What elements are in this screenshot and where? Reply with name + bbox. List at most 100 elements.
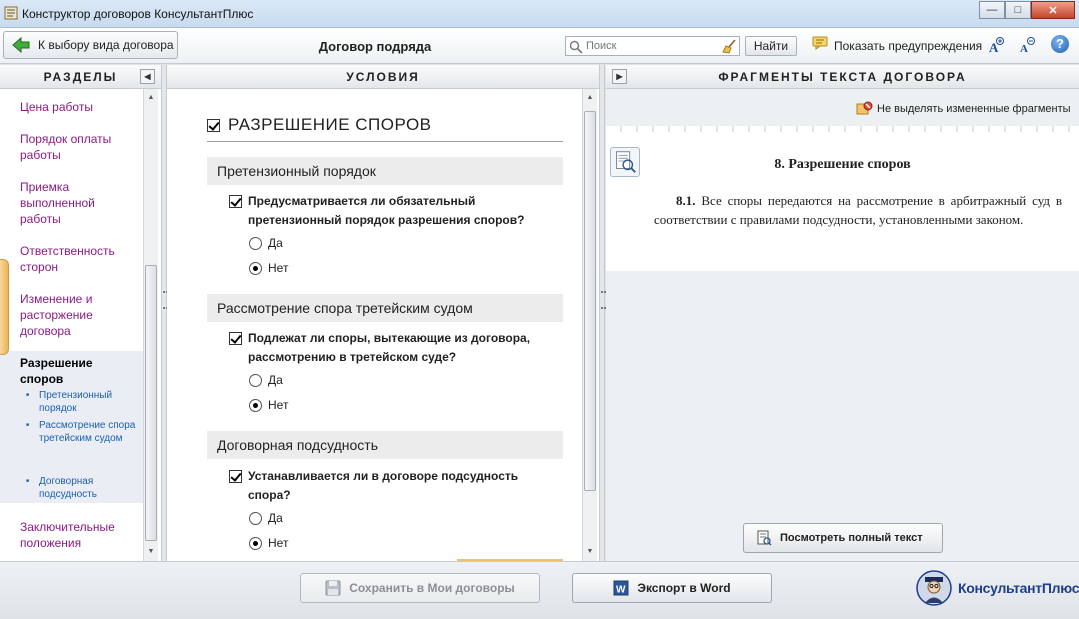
option-yes-arbitration[interactable]: Да <box>249 373 283 387</box>
radio-button[interactable] <box>249 236 262 250</box>
document-title: Договор подряда <box>318 39 432 54</box>
main-toolbar: К выбору вида договора Договор подряда Н… <box>0 28 1079 64</box>
font-increase-icon[interactable]: A <box>988 36 1004 54</box>
warnings-icon[interactable] <box>812 36 828 50</box>
window-title: Конструктор договоров КонсультантПлюс <box>22 7 254 21</box>
svg-text:A: A <box>1020 43 1028 54</box>
search-icon <box>569 40 583 54</box>
section-item-liability[interactable]: Ответственность сторон <box>20 243 138 275</box>
scroll-down-icon[interactable]: ▼ <box>585 547 595 557</box>
section-item-payment[interactable]: Порядок оплаты работы <box>20 131 138 163</box>
back-button-label: К выбору вида договора <box>38 38 174 52</box>
question-jurisdiction[interactable]: Устанавливается ли в договоре подсудност… <box>229 467 559 505</box>
radio-button-selected[interactable] <box>249 261 262 275</box>
clause-number: 8.1. <box>676 193 696 208</box>
option-no-jurisdiction[interactable]: Нет <box>249 536 288 550</box>
scroll-down-icon[interactable]: ▼ <box>146 547 156 557</box>
splitter-grip <box>601 291 604 309</box>
option-label: Нет <box>268 398 289 412</box>
clear-search-icon[interactable] <box>721 39 737 54</box>
paper-edge <box>606 126 1079 132</box>
font-decrease-icon[interactable]: A <box>1019 36 1035 54</box>
help-icon[interactable]: ? <box>1051 35 1069 53</box>
section-item-final-provisions[interactable]: Заключительные положения <box>20 519 138 551</box>
right-splitter[interactable] <box>599 65 605 561</box>
contract-section-heading: 8. Разрешение споров <box>774 157 911 172</box>
group-arbitration: Рассмотрение спора третейским судом <box>207 294 563 322</box>
conditions-scroll-thumb[interactable] <box>584 111 596 491</box>
conditions-panel-title: УСЛОВИЯ <box>346 70 420 84</box>
option-no-claims[interactable]: Нет <box>249 261 288 275</box>
view-full-text-button[interactable]: Посмотреть полный текст <box>743 523 943 553</box>
radio-button[interactable] <box>249 511 262 525</box>
question-text: Устанавливается ли в договоре подсудност… <box>248 469 519 502</box>
expand-fragments-button[interactable]: ▶ <box>612 69 627 84</box>
radio-button[interactable] <box>249 373 262 387</box>
section-item-acceptance[interactable]: Приемка выполненной работы <box>20 179 138 227</box>
section-checkbox[interactable] <box>207 118 220 132</box>
save-icon <box>325 580 341 596</box>
section-title-label: РАЗРЕШЕНИЕ СПОРОВ <box>228 115 432 134</box>
conditions-scrollbar[interactable]: ▲ ▼ <box>582 89 597 561</box>
maximize-button[interactable]: □ <box>1005 1 1031 19</box>
search-input[interactable] <box>586 39 716 53</box>
back-arrow-icon <box>12 37 30 53</box>
word-icon: W <box>613 580 629 596</box>
contract-clause: 8.1. Все споры передаются на рассмотрени… <box>654 191 1062 229</box>
conditions-panel: РАЗРЕШЕНИЕ СПОРОВ Претензионный порядок … <box>167 89 599 561</box>
question-checkbox[interactable] <box>229 195 242 208</box>
sections-panel-title: РАЗДЕЛЫ <box>43 70 118 84</box>
question-claims-procedure[interactable]: Предусматривается ли обязательный претен… <box>229 192 559 230</box>
brand-name: КонсультантПлюс <box>958 580 1079 596</box>
clause-text: Все споры передаются на рассмотрение в а… <box>654 193 1063 227</box>
option-yes-jurisdiction[interactable]: Да <box>249 511 283 525</box>
splitter-grip <box>163 291 166 309</box>
section-item-price[interactable]: Цена работы <box>20 99 138 115</box>
scroll-up-icon[interactable]: ▲ <box>585 93 595 103</box>
contract-text-sheet: 8. Разрешение споров 8.1. Все споры пере… <box>606 126 1079 271</box>
group-claims-procedure: Претензионный порядок <box>207 157 563 185</box>
fragments-panel-title: ФРАГМЕНТЫ ТЕКСТА ДОГОВОРА <box>718 70 967 84</box>
save-to-my-contracts-button[interactable]: Сохранить в Мои договоры <box>300 573 540 603</box>
question-arbitration[interactable]: Подлежат ли споры, вытекающие из договор… <box>229 329 559 367</box>
question-checkbox[interactable] <box>229 470 242 483</box>
option-yes-claims[interactable]: Да <box>249 236 283 250</box>
minimize-button[interactable]: — <box>979 1 1005 19</box>
window-titlebar: Конструктор договоров КонсультантПлюс — … <box>0 0 1079 28</box>
side-tab-handle[interactable] <box>0 259 9 355</box>
highlight-off-icon[interactable] <box>856 101 873 116</box>
sections-scrollbar[interactable]: ▲ ▼ <box>143 89 158 561</box>
option-label: Нет <box>268 536 289 550</box>
window-controls: — □ ✕ <box>979 1 1075 19</box>
view-full-text-label: Посмотреть полный текст <box>780 532 923 544</box>
find-button[interactable]: Найти <box>745 36 797 56</box>
question-text: Подлежат ли споры, вытекающие из договор… <box>248 331 531 364</box>
save-label: Сохранить в Мои договоры <box>349 581 515 595</box>
radio-button-selected[interactable] <box>249 536 262 550</box>
highlight-toggle-label[interactable]: Не выделять измененные фрагменты <box>877 103 1071 115</box>
app-icon <box>4 6 18 20</box>
section-item-amendment[interactable]: Изменение и расторжение договора <box>20 291 138 339</box>
search-field[interactable] <box>565 36 740 56</box>
conditions-section-title[interactable]: РАЗРЕШЕНИЕ СПОРОВ <box>207 115 563 142</box>
scroll-up-icon[interactable]: ▲ <box>146 93 156 103</box>
option-label: Да <box>268 373 283 387</box>
back-to-contract-types-button[interactable]: К выбору вида договора <box>3 31 178 59</box>
radio-button-selected[interactable] <box>249 398 262 412</box>
export-to-word-button[interactable]: W Экспорт в Word <box>572 573 772 603</box>
option-label: Да <box>268 511 283 525</box>
show-warnings-label[interactable]: Показать предупреждения <box>834 39 982 53</box>
close-button[interactable]: ✕ <box>1031 1 1075 19</box>
fragments-panel: Не выделять измененные фрагменты 8. Разр… <box>606 89 1079 561</box>
section-item-disputes[interactable]: Разрешение споров <box>20 355 138 387</box>
collapse-sections-button[interactable]: ◀ <box>140 69 155 84</box>
sections-panel: Цена работы Порядок оплаты работы Приемк… <box>0 89 161 561</box>
bottom-action-bar: Сохранить в Мои договоры W Экспорт в Wor… <box>0 561 1079 619</box>
question-text: Предусматривается ли обязательный претен… <box>248 194 525 227</box>
question-checkbox[interactable] <box>229 332 242 345</box>
option-no-arbitration[interactable]: Нет <box>249 398 288 412</box>
sections-scroll-thumb[interactable] <box>145 265 157 541</box>
export-label: Экспорт в Word <box>637 581 731 595</box>
svg-text:W: W <box>616 585 626 596</box>
option-label: Да <box>268 236 283 250</box>
